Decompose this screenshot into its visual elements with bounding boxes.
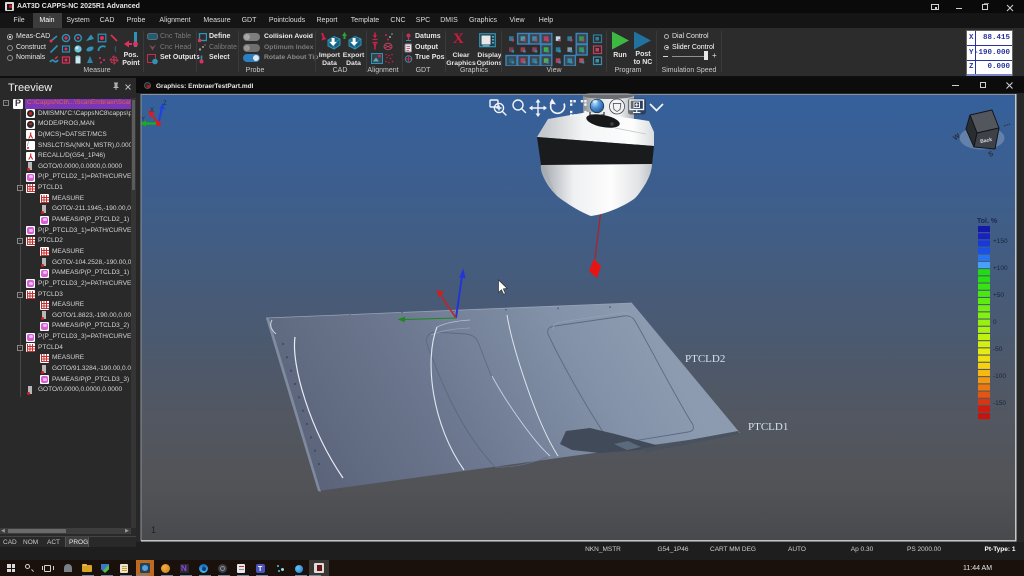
svg-text:PTCLD1: PTCLD1 [748,421,788,433]
svg-text:1: 1 [151,525,156,535]
svg-text:+150: +150 [993,238,1008,245]
svg-text:+100: +100 [993,265,1008,272]
svg-text:0: 0 [993,319,997,326]
svg-text:-100: -100 [993,373,1006,380]
svg-text:PTCLD2: PTCLD2 [685,353,725,365]
svg-text:Y: Y [141,117,145,123]
svg-text:Z: Z [163,101,167,107]
svg-text:X: X [150,108,154,114]
svg-text:-50: -50 [993,346,1003,353]
svg-text:-150: -150 [993,400,1006,407]
svg-text:Tol. %: Tol. % [977,218,998,225]
svg-text:+50: +50 [993,292,1004,299]
